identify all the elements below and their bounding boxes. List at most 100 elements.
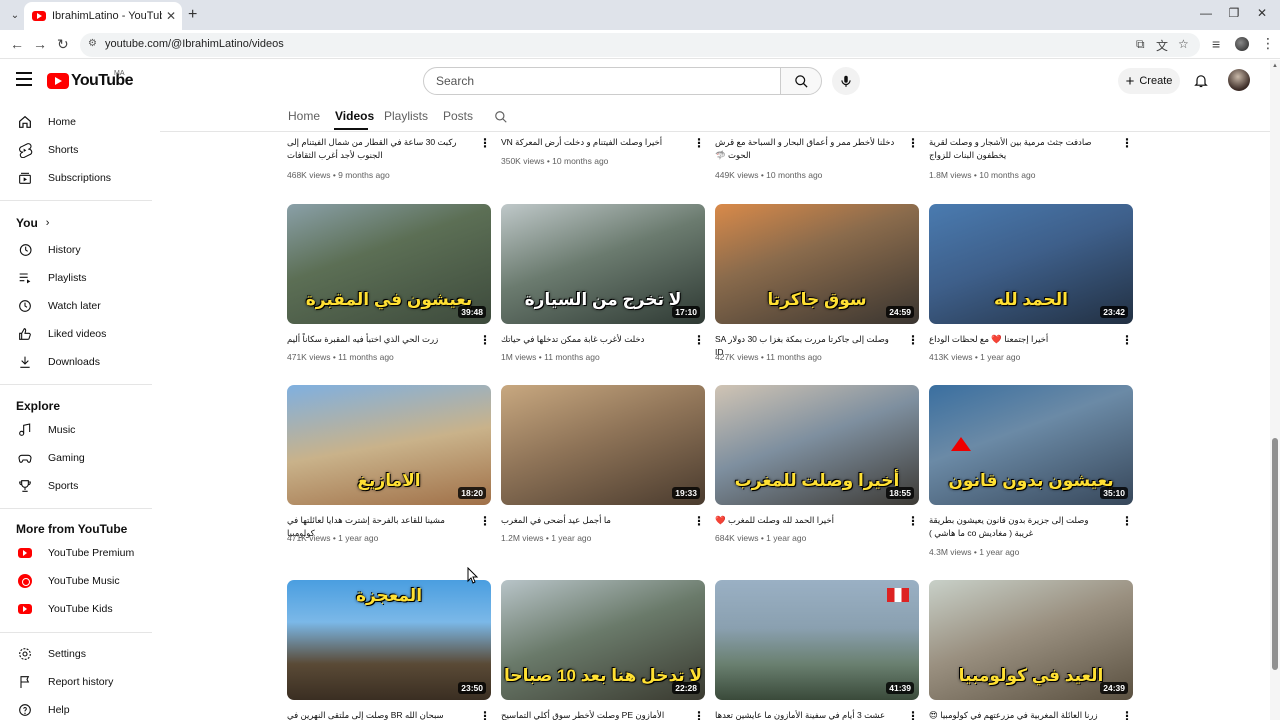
new-tab-icon[interactable]: +: [188, 6, 197, 24]
video-thumbnail[interactable]: العيد في كولومبيا 24:39: [929, 580, 1133, 700]
active-tab-indicator: [334, 128, 368, 130]
browser-tab[interactable]: IbrahimLatino - YouTube ✕: [24, 2, 182, 30]
video-duration: 22:28: [672, 682, 700, 694]
microphone-icon: [841, 75, 851, 87]
video-thumbnail[interactable]: لا تدخل هنا بعد 10 صباحا 22:28: [501, 580, 705, 700]
more-options-icon[interactable]: ⋮: [907, 136, 919, 150]
browser-menu-icon[interactable]: ⋮: [1261, 35, 1275, 52]
bookmark-star-icon[interactable]: ☆: [1178, 37, 1189, 51]
voice-search-button[interactable]: [832, 67, 860, 95]
video-thumbnail[interactable]: يعيشون بدون قانون 35:10: [929, 385, 1133, 505]
video-thumbnail[interactable]: 19:33: [501, 385, 705, 505]
more-options-icon[interactable]: ⋮: [907, 333, 919, 347]
video-meta: 427K views • 11 months ago: [715, 352, 822, 362]
hamburger-menu-icon[interactable]: [16, 72, 32, 86]
search-icon: [495, 111, 507, 123]
video-views: 684K views: [715, 533, 759, 543]
bell-icon: [1194, 75, 1208, 88]
video-age: 10 months ago: [979, 170, 1036, 180]
video-thumbnail[interactable]: سوق جاكرتا 24:59: [715, 204, 919, 324]
more-options-icon[interactable]: ⋮: [479, 514, 491, 528]
tab-playlists[interactable]: Playlists: [384, 109, 428, 123]
back-icon[interactable]: ←: [10, 36, 24, 52]
more-options-icon[interactable]: ⋮: [693, 514, 705, 528]
red-arrow-icon: [951, 437, 971, 451]
video-title[interactable]: أخيرا وصلت الفيتنام و دخلت أرض المعركة V…: [501, 136, 681, 149]
video-thumbnail[interactable]: الامازيغ 18:20: [287, 385, 491, 505]
video-title[interactable]: الأمازون PE وصلت لأخطر سوق أكلي التماسيح: [501, 709, 681, 720]
site-info-icon[interactable]: ⚙: [88, 38, 97, 49]
video-age: 1 year ago: [979, 547, 1020, 557]
video-age: 1 year ago: [980, 352, 1021, 362]
more-options-icon[interactable]: ⋮: [1121, 709, 1133, 720]
url-text[interactable]: youtube.com/@IbrahimLatino/videos: [105, 38, 284, 50]
video-title[interactable]: عشت 3 أيام في سفينة الأمازون ما عايشين ت…: [715, 709, 895, 720]
video-views: 471K views: [287, 352, 331, 362]
tab-home[interactable]: Home: [288, 109, 320, 123]
video-title[interactable]: ركبت 30 ساعة في القطار من شمال الفيتنام …: [287, 136, 467, 162]
more-options-icon[interactable]: ⋮: [907, 514, 919, 528]
video-thumbnail[interactable]: لا تخرج من السيارة 17:10: [501, 204, 705, 324]
video-thumbnail[interactable]: الحمد لله 23:42: [929, 204, 1133, 324]
more-options-icon[interactable]: ⋮: [1121, 514, 1133, 528]
more-options-icon[interactable]: ⋮: [479, 709, 491, 720]
video-duration: 24:59: [886, 306, 914, 318]
video-title[interactable]: دخلت لأغرب غابة ممكن تدخلها في حياتك: [501, 333, 681, 346]
video-thumbnail[interactable]: 41:39: [715, 580, 919, 700]
browser-profile-icon[interactable]: [1235, 37, 1249, 51]
tab-posts[interactable]: Posts: [443, 109, 473, 123]
more-options-icon[interactable]: ⋮: [479, 136, 491, 150]
video-meta: 471K views • 11 months ago: [287, 352, 394, 362]
video-title[interactable]: صادفت جثث مرمية بين الأشجار و وصلت لقرية…: [929, 136, 1109, 162]
close-tab-icon[interactable]: ✕: [166, 9, 176, 23]
tab-search-dropdown-icon[interactable]: ⌄: [6, 6, 24, 24]
video-thumbnail[interactable]: المعجزة 23:50: [287, 580, 491, 700]
search-button[interactable]: [780, 67, 822, 95]
notifications-button[interactable]: [1193, 72, 1209, 94]
video-title[interactable]: أخيرا الحمد لله وصلت للمغرب ❤️: [715, 514, 895, 527]
video-duration: 19:33: [672, 487, 700, 499]
tab-videos[interactable]: Videos: [335, 109, 374, 123]
more-options-icon[interactable]: ⋮: [693, 709, 705, 720]
video-title[interactable]: زرت الحي الذي اختبأ فيه المقبرة سكاناً أ…: [287, 333, 467, 346]
reload-icon[interactable]: ↻: [57, 36, 69, 53]
scrollbar-thumb[interactable]: [1272, 438, 1278, 670]
more-options-icon[interactable]: ⋮: [907, 709, 919, 720]
more-options-icon[interactable]: ⋮: [1121, 333, 1133, 347]
minimize-icon[interactable]: —: [1196, 6, 1216, 20]
search-placeholder: Search: [436, 74, 475, 88]
account-avatar[interactable]: [1228, 69, 1250, 91]
more-options-icon[interactable]: ⋮: [1121, 136, 1133, 150]
channel-search-button[interactable]: [494, 110, 508, 129]
url-bar[interactable]: ⚙ youtube.com/@IbrahimLatino/videos ⧉ 文 …: [80, 33, 1200, 57]
video-title[interactable]: أخيرا إجتمعنا ❤️ مع لحظات الوداع: [929, 333, 1109, 346]
more-options-icon[interactable]: ⋮: [479, 333, 491, 347]
reading-list-icon[interactable]: ≡: [1212, 36, 1220, 52]
video-meta: 468K views • 9 months ago: [287, 170, 390, 180]
thumbnail-caption: المعجزة: [355, 586, 423, 605]
translate-icon[interactable]: 文: [1156, 37, 1168, 54]
more-options-icon[interactable]: ⋮: [693, 333, 705, 347]
video-title[interactable]: سبحان الله BR وصلت إلى ملتقى النهرين في …: [287, 709, 467, 720]
video-age: 11 months ago: [338, 352, 394, 362]
video-meta: 1.2M views • 1 year ago: [501, 533, 592, 543]
search-input[interactable]: Search: [423, 67, 781, 95]
install-app-icon[interactable]: ⧉: [1136, 37, 1145, 52]
create-button[interactable]: + Create: [1118, 68, 1180, 94]
video-title[interactable]: دخلنا لأخطر ممر و أعماق البحار و السباحة…: [715, 136, 895, 162]
close-window-icon[interactable]: ✕: [1252, 6, 1272, 20]
video-views: 4.3M views: [929, 547, 972, 557]
video-duration: 17:10: [672, 306, 700, 318]
peru-flag-icon: [887, 588, 909, 602]
video-title[interactable]: ما أجمل عيد أضحى في المغرب: [501, 514, 681, 527]
video-title[interactable]: زرنا العائلة المغربية في مزرعتهم في كولو…: [929, 709, 1109, 720]
video-views: 350K views: [501, 156, 545, 166]
tab-title: IbrahimLatino - YouTube: [52, 10, 162, 22]
restore-icon[interactable]: ❐: [1224, 6, 1244, 20]
scroll-up-arrow-icon[interactable]: ▲: [1272, 63, 1278, 69]
video-thumbnail[interactable]: يعيشون في المقبرة 39:48: [287, 204, 491, 324]
video-thumbnail[interactable]: أخيرا وصلت للمغرب 18:55: [715, 385, 919, 505]
video-title[interactable]: وصلت إلى جزيرة بدون قانون يعيشون بطريقة …: [929, 514, 1109, 540]
more-options-icon[interactable]: ⋮: [693, 136, 705, 150]
forward-icon[interactable]: →: [33, 36, 47, 52]
